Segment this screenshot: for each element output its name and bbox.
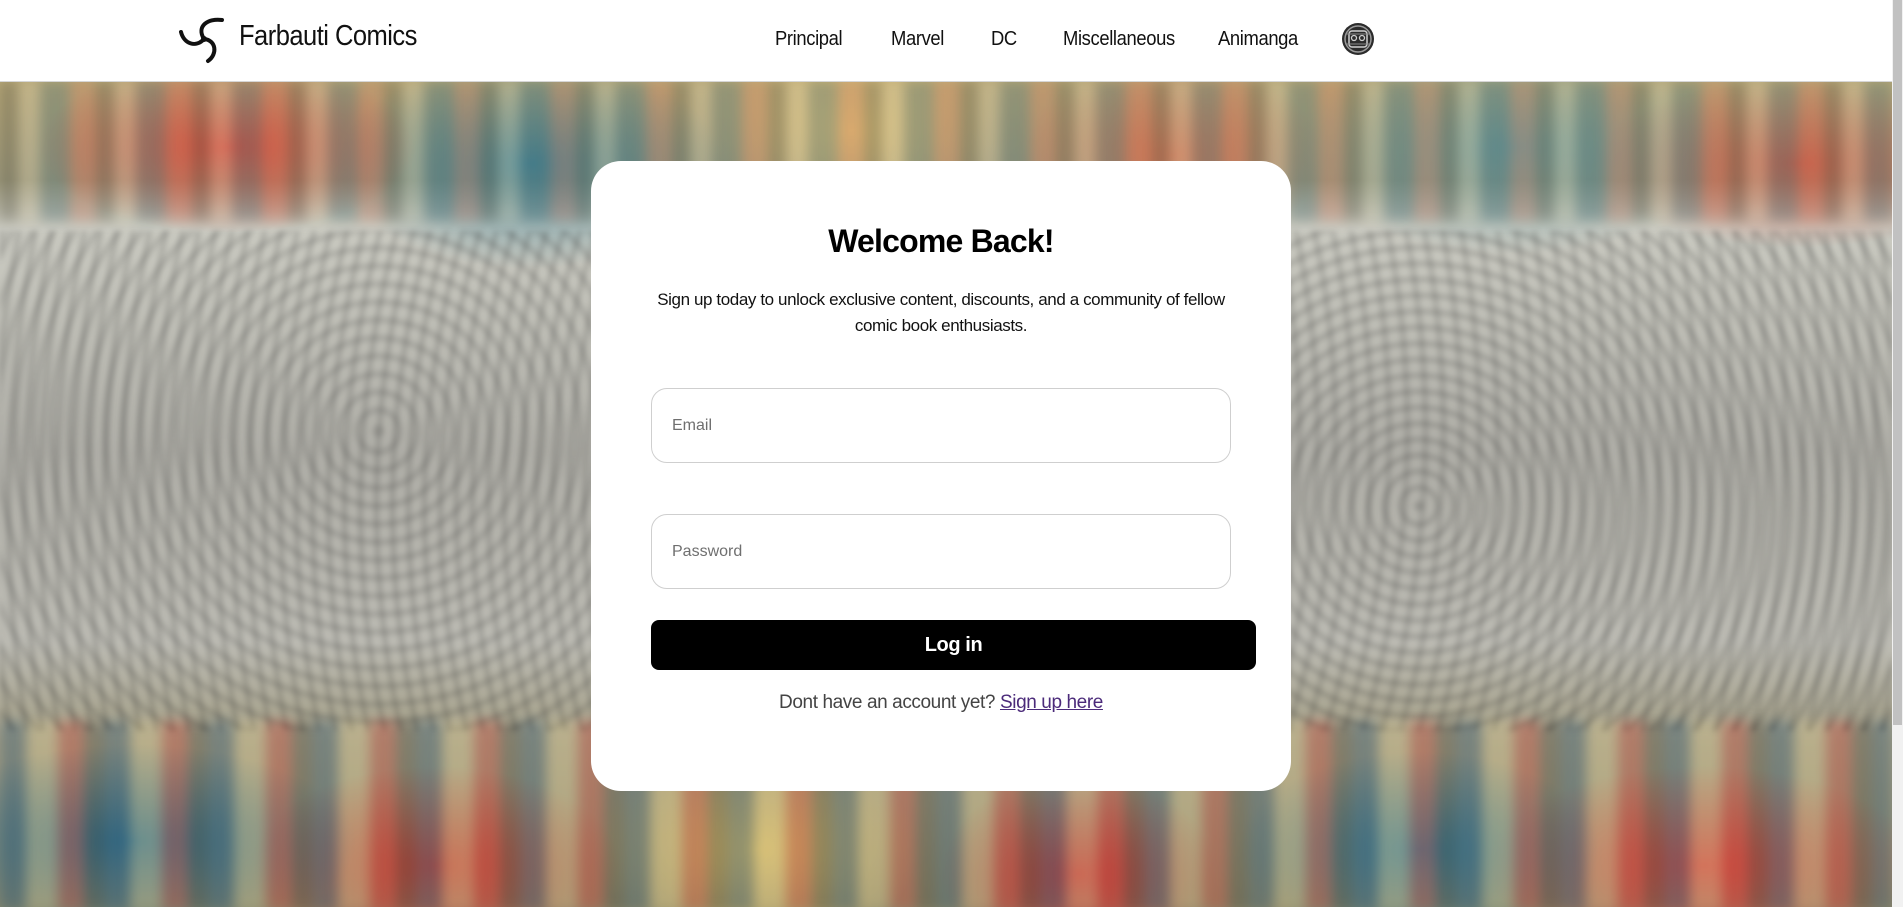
password-input[interactable]: [651, 514, 1231, 589]
triskelion-logo-icon[interactable]: [178, 14, 230, 64]
nav-link-dc[interactable]: DC: [991, 28, 1017, 51]
login-button[interactable]: Log in: [651, 620, 1256, 670]
signup-prompt: Dont have an account yet?: [779, 692, 996, 713]
signup-link[interactable]: Sign up here: [1000, 692, 1103, 713]
top-header: Farbauti Comics Principal Marvel DC Misc…: [0, 0, 1892, 82]
signup-line: Dont have an account yet? Sign up here: [591, 692, 1291, 714]
brand-name[interactable]: Farbauti Comics: [239, 20, 417, 53]
nav-link-principal[interactable]: Principal: [775, 28, 843, 51]
nav-link-miscellaneous[interactable]: Miscellaneous: [1063, 28, 1175, 51]
card-title: Welcome Back!: [828, 223, 1054, 259]
scrollbar-thumb[interactable]: [1893, 0, 1902, 725]
email-input[interactable]: [651, 388, 1231, 463]
page-scrollbar[interactable]: [1892, 0, 1903, 907]
login-card: Welcome Back! Sign up today to unlock ex…: [591, 161, 1291, 791]
nav-link-animanga[interactable]: Animanga: [1218, 28, 1298, 51]
nav-link-marvel[interactable]: Marvel: [891, 28, 944, 51]
card-subtitle: Sign up today to unlock exclusive conten…: [657, 290, 1225, 335]
user-avatar-icon[interactable]: [1341, 22, 1375, 56]
